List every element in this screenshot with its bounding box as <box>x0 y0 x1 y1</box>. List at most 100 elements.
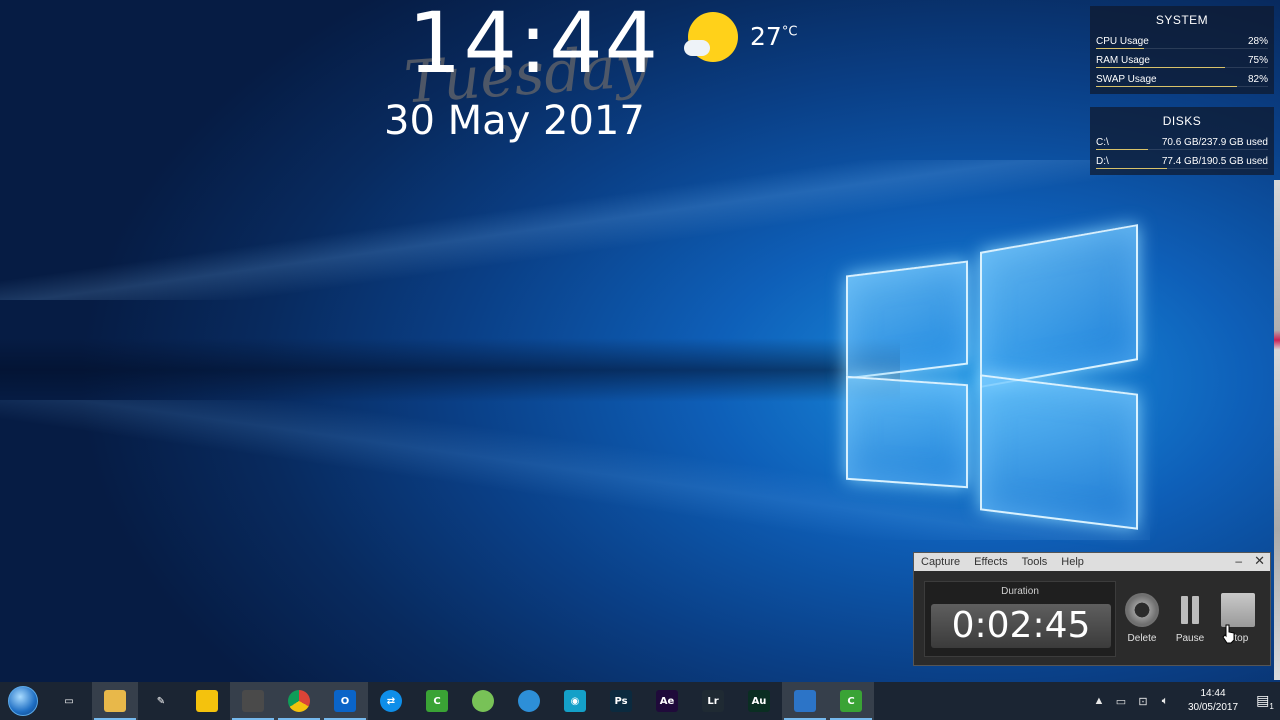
disk-d-row: D:\ 77.4 GB/190.5 GB used <box>1090 152 1274 171</box>
swap-usage-meter <box>1096 86 1237 87</box>
menu-effects[interactable]: Effects <box>974 556 1007 568</box>
taskbar-media-app[interactable] <box>782 682 828 720</box>
windows-logo-pane-bottom-right <box>980 374 1138 530</box>
tray-overflow-chevron-icon[interactable]: ▲ <box>1088 695 1110 707</box>
system-tray: ▲ ▭ ⊡ 🔈︎ 14:44 30/05/2017 ▤1 <box>1088 682 1280 720</box>
taskbar-file-explorer[interactable] <box>92 682 138 720</box>
network-icon[interactable]: ⊡ <box>1132 695 1154 708</box>
task-view-icon: ▭ <box>64 695 74 707</box>
wallpaper-shadow-band <box>0 330 900 410</box>
disk-d-meter <box>1096 168 1167 169</box>
cpu-usage-value: 28% <box>1247 36 1268 47</box>
android-studio-icon <box>472 690 494 712</box>
close-button[interactable]: ✕ <box>1254 553 1265 569</box>
taskbar-time: 14:44 <box>1200 688 1226 699</box>
taskbar-task-view[interactable]: ▭ <box>46 682 92 720</box>
stop-icon <box>1221 593 1255 627</box>
action-center-button[interactable]: ▤1 <box>1250 692 1280 711</box>
start-button[interactable] <box>0 682 46 720</box>
duration-panel: Duration 0:02:45 <box>924 581 1116 657</box>
volume-icon[interactable]: 🔈︎ <box>1154 695 1176 708</box>
taskbar-settings-app[interactable] <box>506 682 552 720</box>
pause-button[interactable]: Pause <box>1168 593 1212 644</box>
eye-app-icon: ◉ <box>564 690 586 712</box>
delete-button[interactable]: Delete <box>1120 593 1164 644</box>
taskbar-clock[interactable]: 14:44 30/05/2017 <box>1182 687 1244 715</box>
battery-icon[interactable]: ▭ <box>1110 695 1132 708</box>
sublime-text-icon <box>242 690 264 712</box>
keep-notes-icon <box>196 690 218 712</box>
cloud-icon <box>684 40 710 56</box>
delete-icon <box>1125 593 1159 627</box>
menu-help[interactable]: Help <box>1061 556 1084 568</box>
disks-panel-title: DISKS <box>1162 114 1202 128</box>
windows-logo-pane-bottom-left <box>846 375 968 489</box>
disk-c-meter <box>1096 149 1148 150</box>
windows-logo-pane-top-right <box>980 224 1138 388</box>
windows-start-icon <box>8 686 38 716</box>
cpu-usage-meter <box>1096 48 1144 49</box>
temperature-unit: °C <box>781 24 798 40</box>
disk-c-row: C:\ 70.6 GB/237.9 GB used <box>1090 133 1274 152</box>
sun-cloud-icon <box>684 12 738 66</box>
taskbar-lightroom[interactable]: Lr <box>690 682 736 720</box>
after-effects-icon: Ae <box>656 690 678 712</box>
camtasia-icon: C <box>426 690 448 712</box>
taskbar-sublime-text[interactable] <box>230 682 276 720</box>
ram-usage-label: RAM Usage <box>1096 55 1150 66</box>
taskbar-chrome[interactable] <box>276 682 322 720</box>
taskbar-camtasia[interactable]: C <box>414 682 460 720</box>
chrome-icon <box>288 690 310 712</box>
taskbar-teamviewer[interactable]: ⇄ <box>368 682 414 720</box>
lightroom-icon: Lr <box>702 690 724 712</box>
taskbar-camtasia-recorder[interactable]: C <box>828 682 874 720</box>
system-panel-title: SYSTEM <box>1155 13 1209 27</box>
taskbar-eye-app[interactable]: ◉ <box>552 682 598 720</box>
taskbar-date: 30/05/2017 <box>1187 702 1239 713</box>
menu-capture[interactable]: Capture <box>921 556 960 568</box>
taskbar-android-studio[interactable] <box>460 682 506 720</box>
audition-icon: Au <box>748 690 770 712</box>
ram-usage-meter <box>1096 67 1225 68</box>
weather-temperature: 27°C <box>750 22 797 51</box>
recorder-menu-bar: Capture Effects Tools Help <box>914 553 1270 571</box>
minimize-button[interactable]: – <box>1235 554 1242 568</box>
photoshop-icon: Ps <box>610 690 632 712</box>
duration-label: Duration <box>1001 586 1039 597</box>
disk-d-label: D:\ <box>1096 156 1109 167</box>
duration-timer: 0:02:45 <box>931 604 1111 648</box>
pause-icon <box>1173 593 1207 627</box>
taskbar-paint-app[interactable]: ✎ <box>138 682 184 720</box>
settings-app-icon <box>518 690 540 712</box>
media-app-icon <box>794 690 816 712</box>
disks-panel: DISKS C:\ 70.6 GB/237.9 GB used D:\ 77.4… <box>1090 107 1274 175</box>
screen-recorder-window: Capture Effects Tools Help – ✕ Duration … <box>913 552 1271 666</box>
ram-usage-row: RAM Usage 75% <box>1090 51 1274 70</box>
taskbar-keep-notes[interactable] <box>184 682 230 720</box>
taskbar-after-effects[interactable]: Ae <box>644 682 690 720</box>
disk-d-value: 77.4 GB/190.5 GB used <box>1161 156 1268 167</box>
file-explorer-icon <box>104 690 126 712</box>
taskbar-audition[interactable]: Au <box>736 682 782 720</box>
swap-usage-value: 82% <box>1247 74 1268 85</box>
taskbar-outlook[interactable]: O <box>322 682 368 720</box>
menu-tools[interactable]: Tools <box>1022 556 1048 568</box>
paint-app-icon: ✎ <box>156 695 166 707</box>
taskbar-photoshop[interactable]: Ps <box>598 682 644 720</box>
swap-usage-label: SWAP Usage <box>1096 74 1157 85</box>
swap-usage-row: SWAP Usage 82% <box>1090 70 1274 89</box>
ram-usage-value: 75% <box>1247 55 1268 66</box>
disk-c-label: C:\ <box>1096 137 1109 148</box>
teamviewer-icon: ⇄ <box>380 690 402 712</box>
clock-date: 30 May 2017 <box>384 98 645 144</box>
delete-label: Delete <box>1127 633 1157 644</box>
cpu-usage-row: CPU Usage 28% <box>1090 32 1274 51</box>
notification-icon: ▤ <box>1256 691 1270 708</box>
clock-time: 14:44 <box>408 0 661 92</box>
outlook-icon: O <box>334 690 356 712</box>
temperature-value: 27 <box>750 22 782 51</box>
pause-label: Pause <box>1175 633 1205 644</box>
cpu-usage-label: CPU Usage <box>1096 36 1149 47</box>
camtasia-recorder-icon: C <box>840 690 862 712</box>
windows-logo <box>840 224 1142 530</box>
